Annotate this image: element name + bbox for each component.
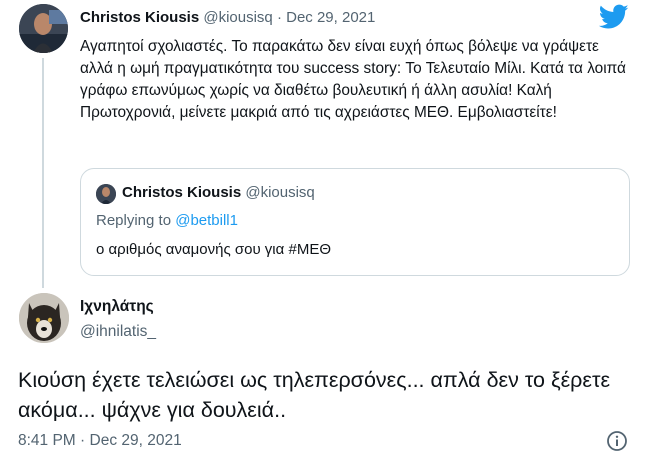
- info-icon[interactable]: [606, 430, 628, 452]
- parent-tweet-header: Christos Kiousis @kiousisq · Dec 29, 202…: [80, 8, 375, 28]
- parent-author-name[interactable]: Christos Kiousis: [80, 9, 199, 26]
- parent-avatar[interactable]: [19, 4, 68, 53]
- main-avatar[interactable]: [19, 293, 69, 343]
- parent-author-handle[interactable]: @kiousisq: [203, 9, 272, 26]
- quoted-tweet-text: ο αριθμός αναμονής σου για #ΜΕΘ: [96, 241, 331, 258]
- twitter-bird-icon[interactable]: [598, 4, 629, 30]
- quoted-avatar: [96, 184, 116, 204]
- quoted-author-name: Christos Kiousis: [122, 184, 242, 201]
- quoted-author-handle: @kiousisq: [245, 184, 315, 201]
- main-tweet-text: Κιούση έχετε τελειώσει ως τηλεπερσόνες..…: [18, 368, 611, 422]
- tweet-timestamp[interactable]: 8:41 PM · Dec 29, 2021: [18, 430, 182, 452]
- parent-tweet-text: Αγαπητοί σχολιαστές. Το παρακάτω δεν είν…: [80, 38, 626, 121]
- footer-separator: ·: [80, 432, 86, 449]
- thread-connector-line: [42, 58, 44, 288]
- quoted-tweet-header: Christos Kiousis @kiousisq: [122, 183, 315, 203]
- parent-tweet-date[interactable]: Dec 29, 2021: [286, 9, 375, 26]
- replying-to-label: Replying to: [96, 212, 172, 229]
- replying-to-handle[interactable]: @betbill1: [175, 212, 238, 229]
- replying-to-line: Replying to @betbill1: [96, 211, 238, 231]
- main-author-handle[interactable]: @ihnilatis_: [80, 322, 156, 342]
- tweet-time: 8:41 PM: [18, 432, 76, 449]
- main-author-name[interactable]: Ιχνηλάτης: [80, 297, 154, 317]
- tweet-date: Dec 29, 2021: [89, 432, 182, 449]
- header-separator: ·: [276, 9, 282, 26]
